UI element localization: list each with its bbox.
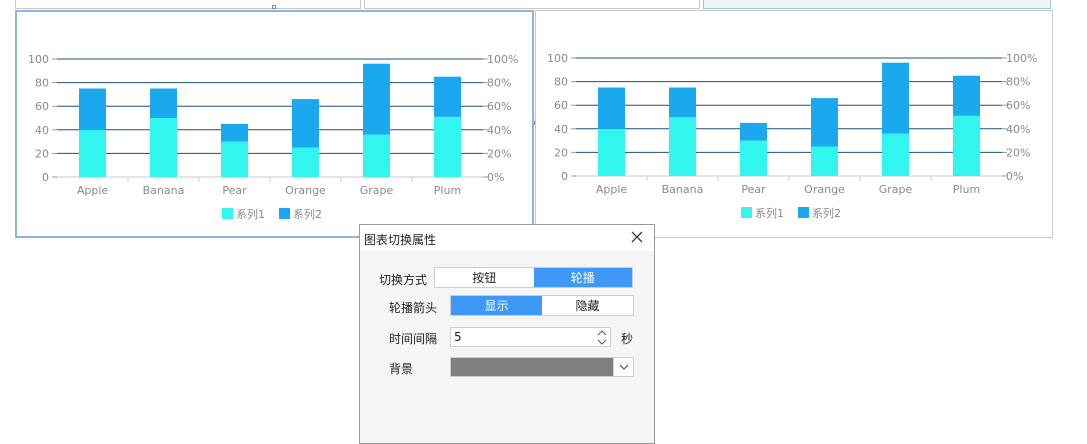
panel-strip-middle <box>364 0 700 9</box>
switch-mode-button-option[interactable]: 按钮 <box>435 268 534 287</box>
y-tick-label: 100 <box>547 52 568 65</box>
interval-unit: 秒 <box>621 332 634 346</box>
interval-stepper <box>450 327 611 347</box>
y-right-tick-label: 80% <box>487 77 511 90</box>
y-tick-label: 0 <box>42 171 49 184</box>
x-tick-label: Pear <box>741 183 766 196</box>
y-right-tick-label: 100% <box>1006 52 1037 65</box>
y-right-tick-label: 80% <box>1006 76 1030 89</box>
x-tick-label: Orange <box>285 184 326 197</box>
chevron-down-icon[interactable] <box>613 358 633 376</box>
stacked-bar-chart: 0 0% 20 20% 40 40% 60 60% 80 80% 100 100% Apple Banan… <box>28 53 518 221</box>
x-tick-label: Grape <box>879 183 913 196</box>
chart-panel-right[interactable]: 0 0% 20 20% 40 40% 60 60% 80 80% 100 100% Apple Banan… <box>535 10 1053 238</box>
y-tick-label: 60 <box>554 99 568 112</box>
y-tick-label: 40 <box>35 124 49 137</box>
y-right-tick-label: 20% <box>1006 146 1030 159</box>
resize-handle[interactable] <box>272 5 276 9</box>
interval-input[interactable] <box>454 330 584 344</box>
bar-grape-series2 <box>363 63 390 135</box>
bar-apple-series1 <box>598 128 625 176</box>
bar-orange-series1 <box>292 147 319 177</box>
bar-pear-series2 <box>740 122 767 141</box>
bar-banana-series1 <box>669 117 696 176</box>
dialog-title-bar: 图表切换属性 <box>360 225 654 251</box>
arrow-hide-option[interactable]: 隐藏 <box>542 296 633 315</box>
bar-orange-series1 <box>811 146 838 176</box>
bar-orange-series2 <box>292 99 319 148</box>
background-color-picker[interactable] <box>450 357 634 377</box>
spin-up-icon[interactable] <box>596 329 608 337</box>
legend-swatch <box>741 207 752 218</box>
bar-banana-series1 <box>150 118 177 177</box>
interval-label: 时间间隔 <box>389 332 438 346</box>
switch-mode-carousel-option[interactable]: 轮播 <box>533 268 632 287</box>
y-right-tick-label: 40% <box>487 124 511 137</box>
bar-pear-series1 <box>221 141 248 177</box>
y-tick-label: 80 <box>35 77 49 90</box>
legend-swatch <box>798 207 809 218</box>
bar-grape-series2 <box>882 62 909 134</box>
switch-mode-label: 切换方式 <box>379 273 428 287</box>
spin-down-icon[interactable] <box>596 338 608 346</box>
y-tick-label: 40 <box>554 123 568 136</box>
dialog-title: 图表切换属性 <box>364 233 437 247</box>
x-tick-label: Plum <box>953 183 980 196</box>
y-right-tick-label: 60% <box>1006 99 1030 112</box>
x-tick-label: Plum <box>434 184 461 197</box>
stacked-bar-chart: 0 0% 20 20% 40 40% 60 60% 80 80% 100 100% Apple Banan… <box>547 52 1037 220</box>
bar-apple-series2 <box>598 87 625 129</box>
bar-pear-series1 <box>740 140 767 176</box>
bar-grape-series1 <box>882 133 909 176</box>
y-right-tick-label: 60% <box>487 100 511 113</box>
bar-banana-series2 <box>669 87 696 117</box>
y-right-tick-label: 0% <box>1006 170 1023 183</box>
bar-plum-series1 <box>953 115 980 176</box>
arrow-show-option[interactable]: 显示 <box>451 296 542 315</box>
x-tick-label: Pear <box>222 184 247 197</box>
legend-swatch <box>222 208 233 219</box>
x-tick-label: Grape <box>360 184 394 197</box>
panel-strip-left <box>15 0 361 9</box>
background-color-swatch <box>451 358 613 376</box>
y-tick-label: 80 <box>554 76 568 89</box>
carousel-arrow-label: 轮播箭头 <box>389 301 438 315</box>
legend-label: 系列1 <box>755 206 784 220</box>
y-tick-label: 60 <box>35 100 49 113</box>
bar-pear-series2 <box>221 123 248 142</box>
x-tick-label: Banana <box>662 183 704 196</box>
y-tick-label: 20 <box>35 147 49 160</box>
bar-plum-series2 <box>953 75 980 116</box>
bar-apple-series1 <box>79 129 106 177</box>
bar-plum-series2 <box>434 76 461 117</box>
y-right-tick-label: 20% <box>487 147 511 160</box>
legend-label: 系列2 <box>293 207 322 221</box>
y-tick-label: 20 <box>554 146 568 159</box>
carousel-arrow-toggle: 显示 隐藏 <box>450 295 634 316</box>
bar-grape-series1 <box>363 134 390 177</box>
bar-plum-series1 <box>434 116 461 177</box>
y-tick-label: 0 <box>561 170 568 183</box>
bar-orange-series2 <box>811 98 838 147</box>
switch-mode-toggle: 按钮 轮播 <box>434 267 633 288</box>
x-tick-label: Banana <box>143 184 185 197</box>
x-tick-label: Apple <box>596 183 628 196</box>
y-tick-label: 100 <box>28 53 49 66</box>
y-right-tick-label: 0% <box>487 171 504 184</box>
x-tick-label: Apple <box>77 184 109 197</box>
bar-banana-series2 <box>150 88 177 118</box>
chart-panel-left[interactable]: 0 0% 20 20% 40 40% 60 60% 80 80% 100 100% Apple Banan… <box>15 10 534 238</box>
bar-apple-series2 <box>79 88 106 130</box>
x-tick-label: Orange <box>804 183 845 196</box>
legend-label: 系列2 <box>812 206 841 220</box>
y-right-tick-label: 40% <box>1006 123 1030 136</box>
background-label: 背景 <box>389 362 414 376</box>
legend-swatch <box>279 208 290 219</box>
panel-strip-right[interactable] <box>703 0 1051 9</box>
legend-label: 系列1 <box>236 207 265 221</box>
y-right-tick-label: 100% <box>487 53 518 66</box>
close-icon[interactable] <box>628 228 646 246</box>
